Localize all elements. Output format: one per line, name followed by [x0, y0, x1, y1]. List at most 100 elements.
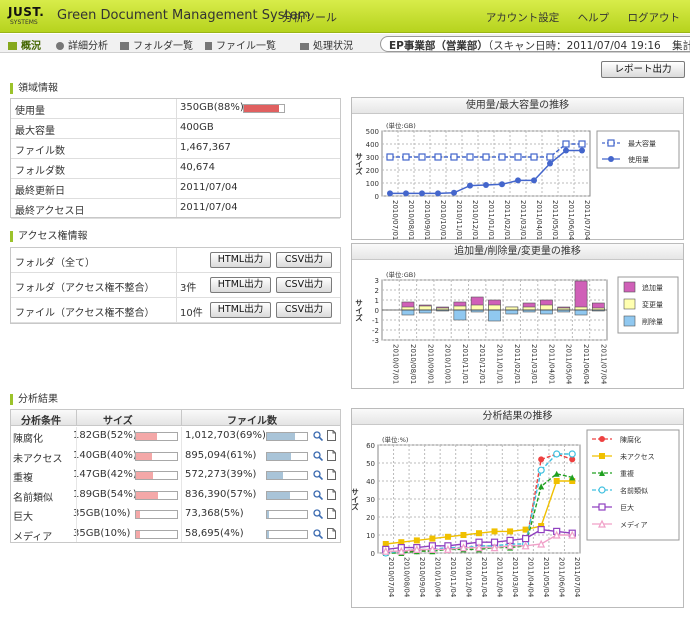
analysis-row: 重複 147GB(42%) 572,273(39%): [11, 466, 340, 486]
logout-link[interactable]: ログアウト: [628, 12, 681, 24]
bar-deleted: [418, 309, 432, 314]
y-tick-label: 100: [366, 180, 379, 188]
nav-item-files[interactable]: ファイル一覧: [205, 37, 276, 52]
search-icon[interactable]: [313, 528, 324, 539]
account-settings-link[interactable]: アカウント設定: [486, 12, 560, 24]
legend-marker: [599, 436, 605, 442]
csv-output-button[interactable]: CSV出力: [276, 277, 332, 293]
document-icon[interactable]: [327, 430, 336, 441]
nav-item-folders[interactable]: フォルダ一覧: [120, 37, 193, 52]
analysis-condition-name: 巨大: [13, 512, 33, 523]
header-divider: [181, 410, 182, 426]
app-title: Green Document Management System: [57, 8, 311, 23]
access-info-table: フォルダ（全て） HTML出力 CSV出力 フォルダ（アクセス権不整合） 3件 HTML出…: [10, 247, 341, 324]
y-tick-label: 10: [366, 532, 375, 540]
x-tick-label: 2011/01/01: [487, 200, 495, 240]
size-bar-fill: [136, 472, 154, 479]
csv-output-button[interactable]: CSV出力: [276, 252, 332, 268]
data-point: [482, 153, 490, 161]
document-icon[interactable]: [327, 449, 336, 461]
y-tick-label: 60: [366, 442, 375, 450]
size-bar: [135, 432, 178, 441]
change-chart-title: 追加量/削除量/変更量の推移: [352, 244, 683, 260]
nav-item-label: 処理状況: [313, 41, 353, 52]
x-tick-label: 2011/01/01: [496, 344, 504, 384]
csv-output-button[interactable]: CSV出力: [276, 302, 332, 318]
analysis-size-value: 182GB(52%): [73, 430, 137, 441]
usage-chart: 0 100 200 300 400 500 2010/07/01 2010/08/01 2010…: [354, 121, 680, 240]
document-icon[interactable]: [327, 488, 336, 500]
aggregate-label: 集計日時: [672, 40, 690, 52]
y-tick-label: 0: [371, 550, 375, 558]
data-point: [466, 153, 474, 161]
search-icon[interactable]: [313, 489, 324, 500]
access-row-label: フォルダ（全て）: [15, 258, 95, 269]
column-divider: [176, 99, 177, 217]
document-icon[interactable]: [327, 527, 336, 539]
help-link[interactable]: ヘルプ: [578, 12, 610, 24]
data-point: [546, 153, 554, 161]
data-point: [537, 466, 545, 474]
html-output-button[interactable]: HTML出力: [210, 252, 271, 268]
nav-item-overview[interactable]: 概況: [8, 37, 41, 52]
search-icon[interactable]: [313, 509, 324, 520]
document-icon[interactable]: [327, 508, 336, 519]
size-bar: [135, 451, 178, 461]
files-bar-fill: [267, 452, 292, 460]
x-tick-label: 2010/07/01: [391, 200, 399, 240]
bar-deleted: [574, 309, 588, 316]
y-tick-label: 20: [366, 514, 375, 522]
size-bar-fill: [136, 491, 159, 499]
area-info-table: 使用量 350GB(88%) 最大容量 400GB ファイル数 1,467,367 フォルダ…: [10, 98, 341, 219]
analysis-files-value: 895,094(61%): [185, 449, 257, 461]
size-bar-fill: [136, 530, 141, 538]
nav-item-status[interactable]: 処理状況: [300, 37, 353, 52]
x-tick-label: 2010/07/01: [392, 344, 400, 384]
size-bar: [135, 471, 178, 480]
bar-deleted: [540, 309, 553, 315]
files-bar-fill: [267, 491, 290, 499]
usage-chart-title: 使用量/最大容量の推移: [352, 98, 683, 114]
data-point: [538, 456, 545, 463]
bar-modified: [540, 304, 553, 311]
x-tick-label: 2010/10/04: [433, 557, 441, 598]
analysis-files-value: 73,368(5%): [185, 508, 244, 519]
data-point: [514, 153, 522, 161]
y-tick-label: 40: [366, 478, 375, 486]
legend-label: 名前類似: [620, 486, 648, 495]
x-tick-label: 2011/03/01: [530, 344, 538, 384]
legend-swatch: [623, 298, 636, 310]
data-point: [579, 147, 585, 154]
html-output-button[interactable]: HTML出力: [210, 302, 271, 318]
x-tick-label: 2010/12/01: [471, 200, 479, 240]
legend-marker: [598, 503, 606, 511]
search-icon[interactable]: [313, 431, 324, 442]
data-point: [460, 532, 467, 538]
files-bar-fill: [267, 511, 269, 518]
column-divider: [76, 427, 77, 542]
magnifier-icon: [56, 42, 64, 50]
size-bar: [135, 529, 178, 539]
data-point: [413, 537, 420, 544]
x-tick-label: 2010/09/01: [423, 200, 431, 240]
html-output-button[interactable]: HTML出力: [210, 277, 271, 293]
x-tick-label: 2010/11/01: [461, 344, 469, 384]
report-output-button[interactable]: レポート出力: [601, 61, 685, 78]
usage-bar-fill: [244, 105, 280, 112]
document-icon[interactable]: [327, 469, 336, 480]
analysis-files-value: 58,695(4%): [185, 527, 244, 539]
size-bar: [135, 490, 178, 500]
x-tick-label: 2010/10/01: [444, 344, 452, 384]
analysis-title: 分析結果: [10, 394, 58, 405]
nav-item-label: 詳細分析: [68, 41, 108, 52]
x-tick-label: 2011/05/01: [551, 200, 559, 240]
x-tick-label: 2011/07/04: [573, 557, 581, 598]
search-icon[interactable]: [313, 450, 324, 461]
nav-item-detail[interactable]: 詳細分析: [56, 37, 108, 52]
search-icon[interactable]: [313, 470, 324, 481]
analysis-condition-name: 未アクセス: [13, 453, 63, 465]
column-divider: [181, 427, 182, 542]
access-row-count: 10件: [180, 308, 203, 319]
x-tick-label: 2011/06/04: [582, 344, 590, 385]
change-chart-panel: 追加量/削除量/変更量の推移 3 2 1 0 -1 -2 -3 2010/07/01 2010/…: [351, 243, 684, 389]
